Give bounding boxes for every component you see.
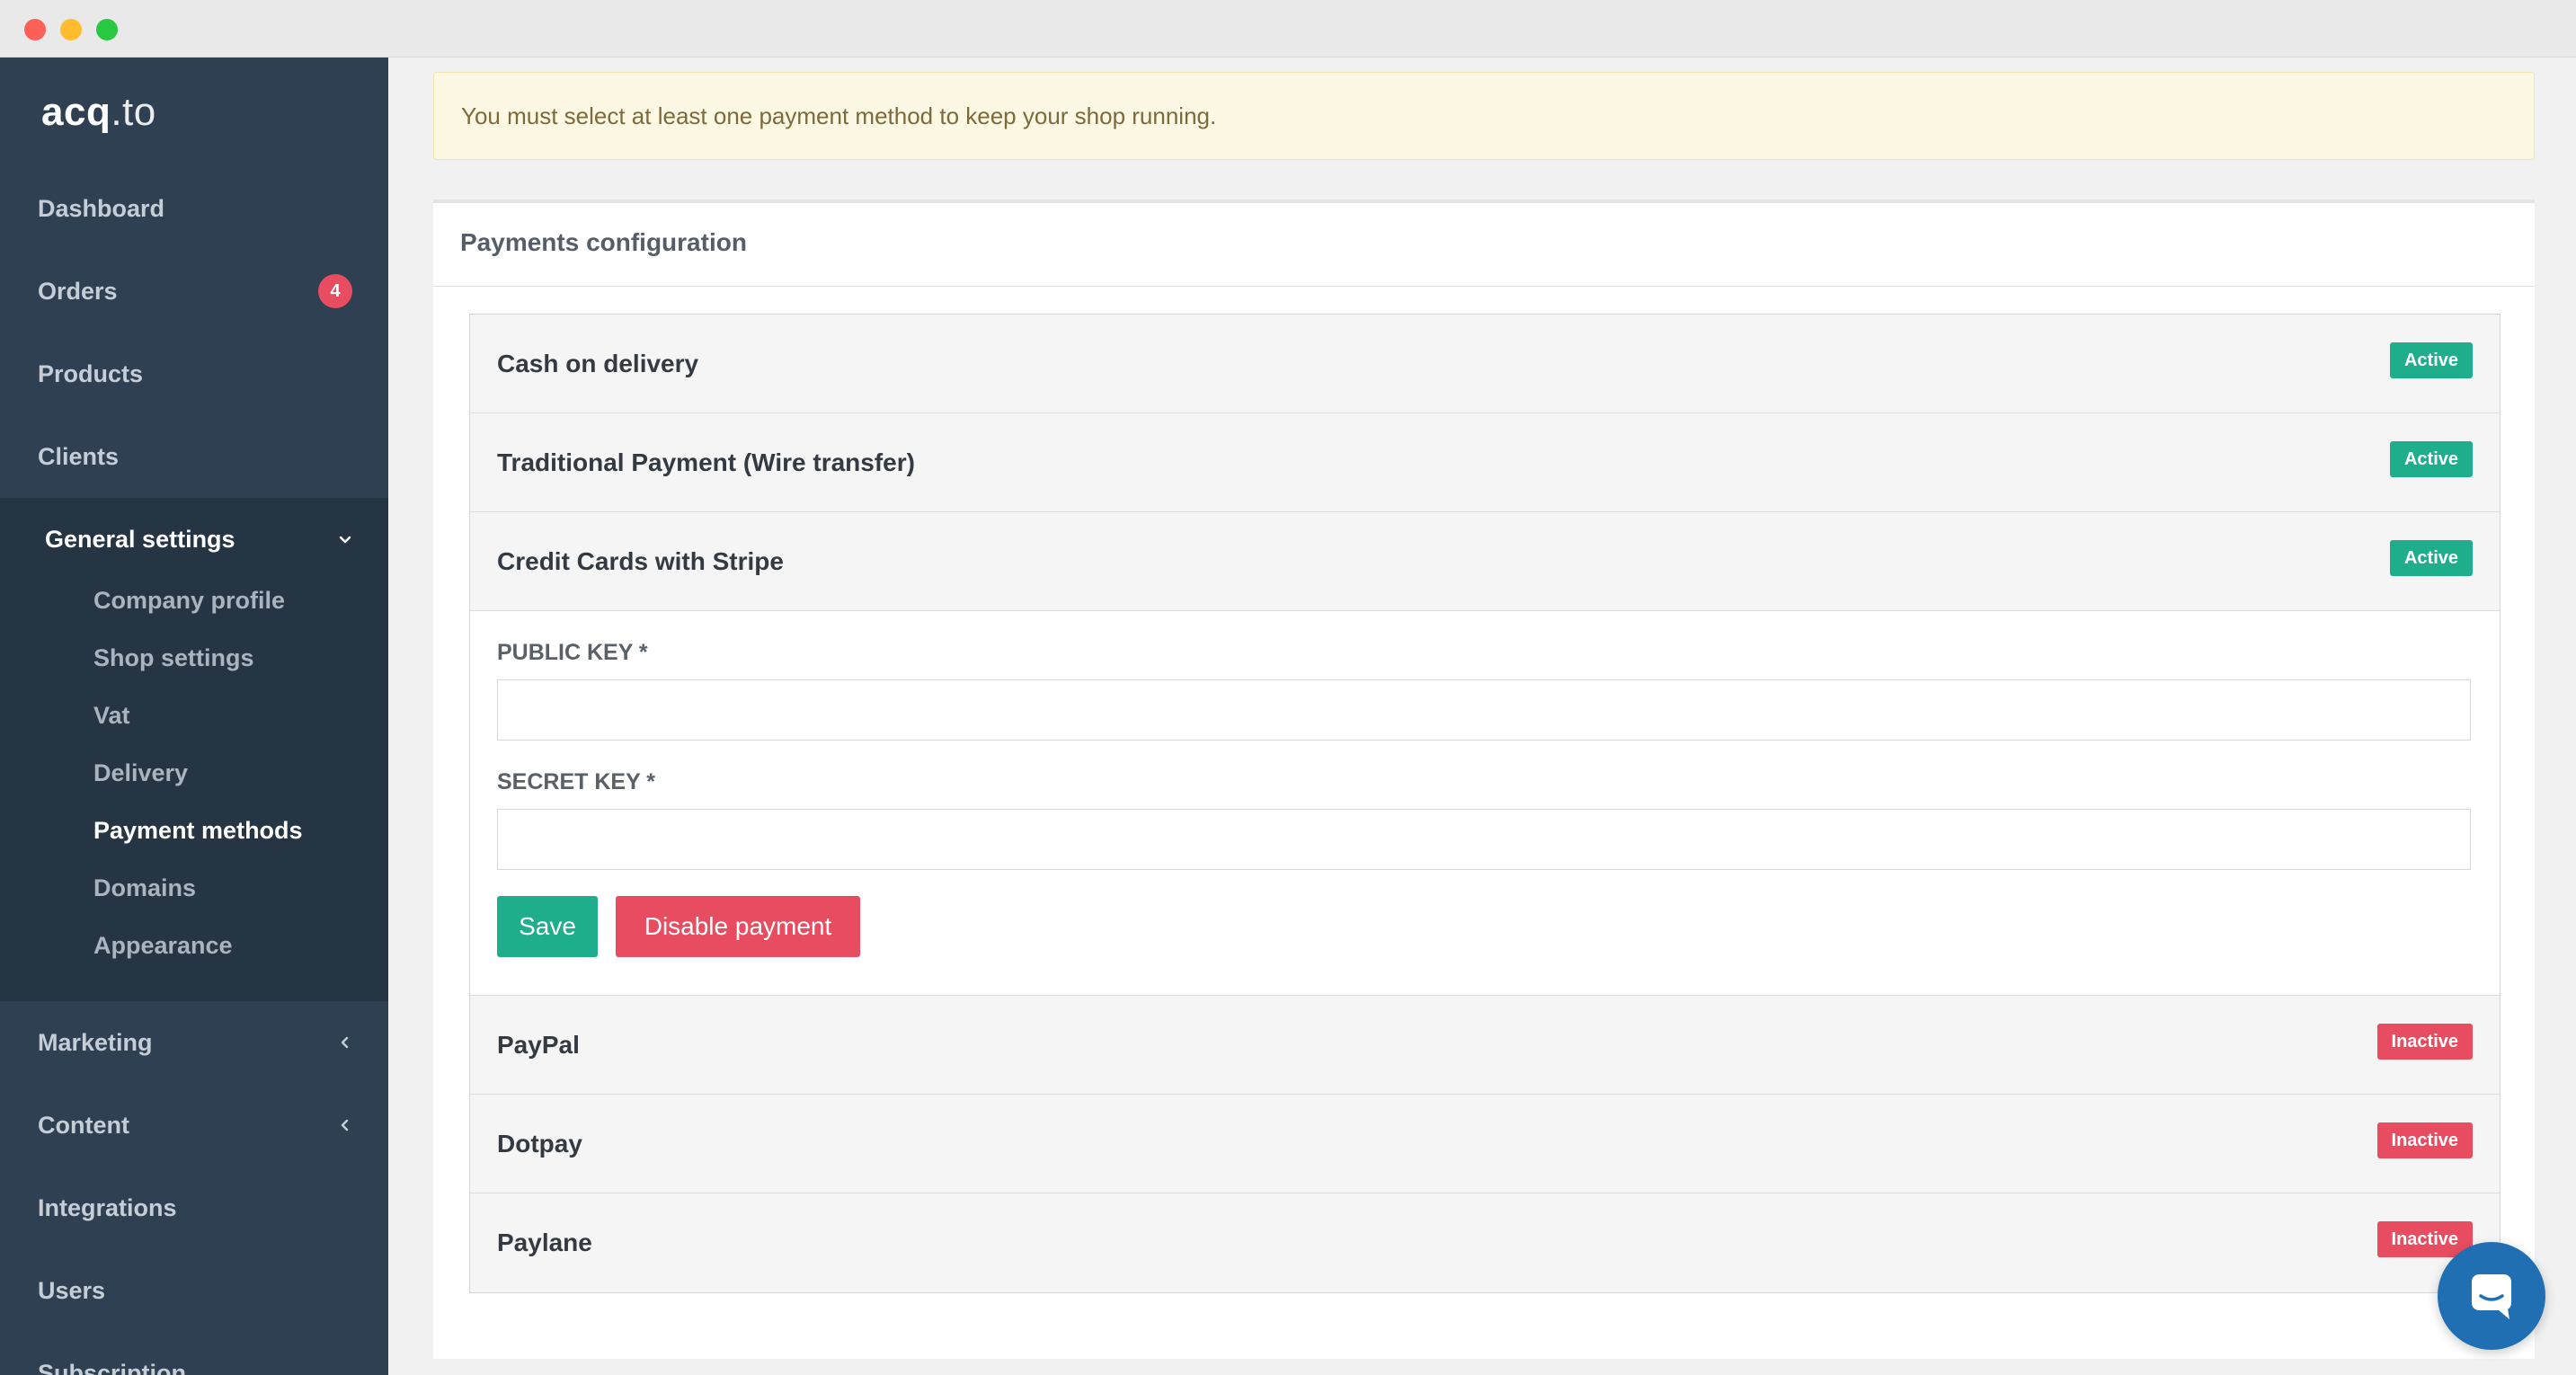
payment-method-row-paylane[interactable]: Paylane Inactive xyxy=(470,1193,2500,1292)
sidebar-subitem-payment-methods[interactable]: Payment methods xyxy=(93,802,303,859)
sidebar-item-marketing[interactable]: Marketing xyxy=(0,1001,388,1084)
sidebar-item-integrations[interactable]: Integrations xyxy=(0,1167,388,1249)
sidebar-item-users[interactable]: Users xyxy=(0,1249,388,1332)
status-badge: Inactive xyxy=(2376,1122,2473,1158)
payment-method-row-dotpay[interactable]: Dotpay Inactive xyxy=(470,1095,2500,1193)
sidebar-subitem-vat[interactable]: Vat xyxy=(93,687,130,744)
payment-methods-list: Cash on delivery Active Traditional Paym… xyxy=(469,314,2500,1293)
sidebar-item-clients[interactable]: Clients xyxy=(0,415,388,498)
chevron-left-icon xyxy=(336,1116,354,1134)
warning-alert: You must select at least one payment met… xyxy=(433,72,2535,160)
orders-count-badge: 4 xyxy=(318,274,352,308)
alert-text: You must select at least one payment met… xyxy=(461,102,1217,129)
sidebar-item-products[interactable]: Products xyxy=(0,333,388,415)
secret-key-label: SECRET KEY * xyxy=(497,769,655,794)
app-logo[interactable]: acq.to xyxy=(41,90,156,135)
window-minimize-button[interactable] xyxy=(60,19,82,40)
sidebar-item-general-settings[interactable]: General settings xyxy=(0,498,388,581)
sidebar: acq.to Dashboard Orders 4 Products Clien… xyxy=(0,58,388,1375)
main-content: You must select at least one payment met… xyxy=(388,58,2576,1375)
public-key-input[interactable] xyxy=(497,679,2471,741)
payment-method-row-wire-transfer[interactable]: Traditional Payment (Wire transfer) Acti… xyxy=(470,413,2500,512)
sidebar-item-subscription[interactable]: Subscription xyxy=(0,1332,388,1375)
sidebar-item-label: Dashboard xyxy=(38,194,165,222)
sidebar-item-label: Integrations xyxy=(38,1193,177,1221)
stripe-config-form: PUBLIC KEY * SECRET KEY * Save Disable p… xyxy=(470,611,2500,996)
chat-bubble-icon xyxy=(2472,1274,2511,1319)
payment-method-name: Dotpay xyxy=(497,1129,582,1158)
sidebar-subitem-delivery[interactable]: Delivery xyxy=(93,744,188,802)
status-badge: Inactive xyxy=(2376,1024,2473,1060)
sidebar-subitem-shop-settings[interactable]: Shop settings xyxy=(93,629,254,687)
card-title: Payments configuration xyxy=(460,228,747,256)
logo-text-bold: acq xyxy=(41,90,111,134)
payments-configuration-card: Payments configuration Cash on delivery … xyxy=(433,200,2535,1359)
window-close-button[interactable] xyxy=(24,19,46,40)
save-button[interactable]: Save xyxy=(497,896,598,957)
status-badge: Active xyxy=(2389,342,2473,378)
payment-method-name: Credit Cards with Stripe xyxy=(497,546,784,575)
sidebar-item-orders[interactable]: Orders 4 xyxy=(0,250,388,333)
chevron-left-icon xyxy=(336,1033,354,1051)
status-badge: Active xyxy=(2389,540,2473,576)
payment-method-name: PayPal xyxy=(497,1030,580,1059)
sidebar-item-dashboard[interactable]: Dashboard xyxy=(0,167,388,250)
sidebar-item-label: Users xyxy=(38,1276,106,1304)
payment-method-row-paypal[interactable]: PayPal Inactive xyxy=(470,996,2500,1095)
secret-key-input[interactable] xyxy=(497,809,2471,870)
status-badge: Active xyxy=(2389,441,2473,477)
sidebar-item-label: Products xyxy=(38,359,144,387)
public-key-label: PUBLIC KEY * xyxy=(497,640,648,665)
payment-method-name: Cash on delivery xyxy=(497,349,699,377)
chevron-down-icon xyxy=(336,530,354,548)
sidebar-group-general-settings: General settings Company profile Shop se… xyxy=(0,498,388,1001)
window-titlebar xyxy=(0,0,2576,58)
sidebar-subitem-company-profile[interactable]: Company profile xyxy=(93,572,285,629)
chat-launcher-button[interactable] xyxy=(2438,1242,2545,1350)
sidebar-item-content[interactable]: Content xyxy=(0,1084,388,1167)
payment-method-row-cash-on-delivery[interactable]: Cash on delivery Active xyxy=(470,315,2500,413)
payment-method-name: Paylane xyxy=(497,1229,592,1256)
sidebar-subitem-appearance[interactable]: Appearance xyxy=(93,917,233,974)
window-maximize-button[interactable] xyxy=(96,19,118,40)
logo-text-suffix: .to xyxy=(111,90,156,134)
disable-payment-button[interactable]: Disable payment xyxy=(616,896,860,957)
card-divider xyxy=(433,286,2535,287)
sidebar-subitem-domains[interactable]: Domains xyxy=(93,859,196,917)
sidebar-item-label: Clients xyxy=(38,442,120,470)
payment-method-name: Traditional Payment (Wire transfer) xyxy=(497,448,915,476)
sidebar-item-label: Subscription xyxy=(38,1359,187,1375)
payment-method-row-stripe[interactable]: Credit Cards with Stripe Active xyxy=(470,512,2500,611)
